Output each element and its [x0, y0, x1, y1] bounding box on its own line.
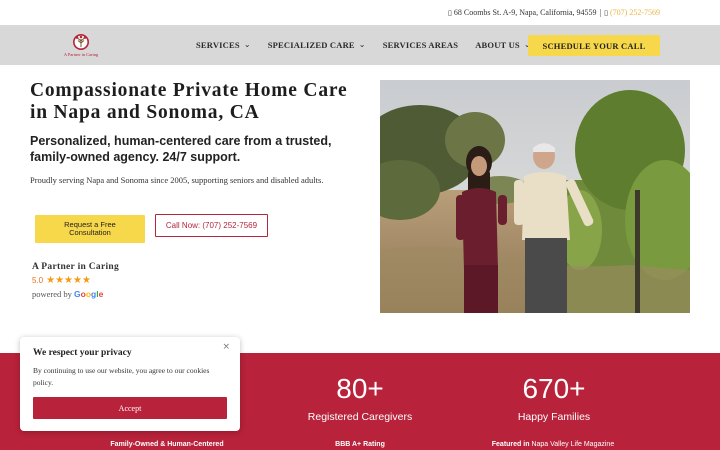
topbar-separator: | [599, 8, 602, 17]
cookie-consent-banner: × We respect your privacy By continuing … [20, 337, 240, 431]
badge-label: Family-Owned & Human-Centered [110, 441, 224, 448]
nav-item-specialized-care-label: SPECIALIZED CARE [267, 40, 355, 50]
call-now-button[interactable]: Call Now: (707) 252-7569 [155, 214, 268, 237]
hero-content: Compassionate Private Home Care in Napa … [30, 80, 360, 187]
hero-photo-caregiver-vineyard [380, 80, 690, 313]
top-info-bar: ▯ 68 Coombs St. A-9, Napa, California, 9… [0, 0, 720, 25]
phone-icon: ▯ [604, 8, 608, 17]
hero-title: Compassionate Private Home Care in Napa … [30, 80, 348, 123]
main-navigation: A Partner in Caring SERVICES ⌄ SPECIALIZ… [0, 25, 720, 65]
star-rating-icon: ★★★★★ [46, 275, 91, 286]
google-logo: Google [74, 289, 104, 299]
powered-by-google: powered by Google [32, 289, 119, 299]
badge-featured-magazine: Napa Valley Life Magazine [531, 441, 615, 448]
nav-menu: SERVICES ⌄ SPECIALIZED CARE ⌄ SERVICES A… [196, 25, 548, 65]
topbar-phone-link[interactable]: (707) 252-7569 [610, 8, 660, 17]
stat-label: Registered Caregivers [307, 411, 413, 423]
powered-by-label: powered by [32, 289, 72, 299]
request-consultation-button[interactable]: Request a Free Consultation [35, 215, 145, 243]
stat-number: 670+ [522, 373, 586, 404]
address-text: 68 Coombs St. A-9, Napa, California, 945… [453, 8, 597, 17]
badge-label: BBB A+ Rating [335, 441, 385, 448]
cookie-accept-button[interactable]: Accept [33, 397, 227, 419]
review-business-name: A Partner in Caring [32, 262, 120, 272]
badge-featured-prefix: Featured in [491, 441, 530, 448]
nav-item-about-us-label: ABOUT US [475, 40, 520, 50]
nav-item-services-areas-label: SERVICES AREAS [382, 40, 459, 50]
nav-item-about-us[interactable]: ABOUT US ⌄ [475, 40, 531, 51]
hero-subtitle: Personalized, human-centered care from a… [30, 134, 332, 164]
badge-label-featured: Featured in Napa Valley Life Magazine [463, 441, 643, 448]
logo-text: A Partner in Caring [64, 52, 99, 57]
nav-item-specialized-care[interactable]: SPECIALIZED CARE ⌄ [267, 39, 366, 51]
chevron-down-icon: ⌄ [358, 39, 366, 49]
hero-description: Proudly serving Napa and Sonoma since 20… [30, 175, 324, 185]
stat-number: 80+ [336, 373, 384, 404]
cookie-title: We respect your privacy [33, 348, 132, 358]
rating-value: 5.0 [32, 276, 44, 285]
chevron-down-icon: ⌄ [243, 39, 251, 49]
nav-item-services-areas[interactable]: SERVICES AREAS [383, 40, 459, 50]
nav-item-services[interactable]: SERVICES ⌄ [196, 39, 251, 51]
google-review-widget[interactable]: A Partner in Caring 5.0 ★★★★★ powered by… [32, 262, 119, 299]
nav-item-services-label: SERVICES [196, 40, 240, 50]
close-icon[interactable]: × [222, 342, 230, 352]
site-logo[interactable]: A Partner in Caring [60, 31, 102, 59]
stat-label: Happy Families [517, 411, 591, 423]
logo-emblem-icon: A Partner in Caring [64, 34, 99, 57]
cookie-text: By continuing to use our website, you ag… [33, 366, 210, 387]
schedule-call-button[interactable]: SCHEDULE YOUR CALL [528, 35, 660, 56]
rating-row: 5.0 ★★★★★ [32, 275, 119, 286]
map-pin-icon: ▯ [448, 8, 452, 17]
